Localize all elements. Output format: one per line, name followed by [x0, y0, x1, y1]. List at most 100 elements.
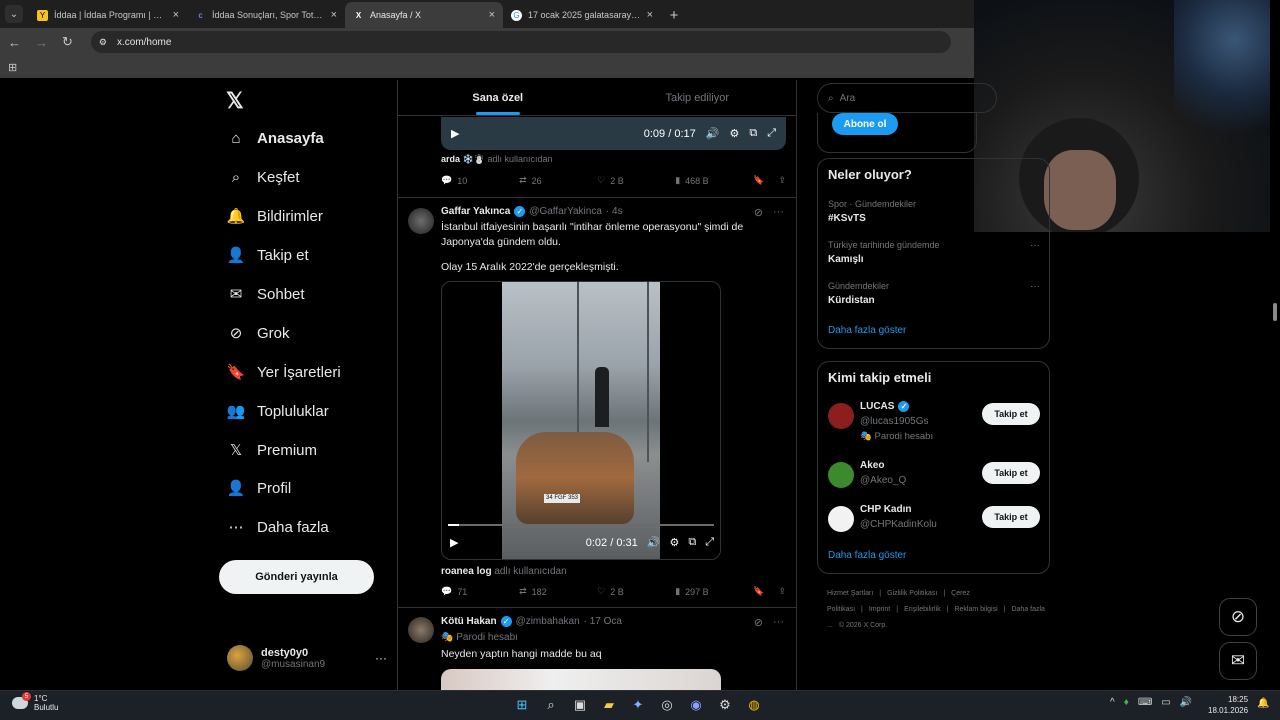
- browser-tab-x-home[interactable]: X Anasayfa / X ×: [345, 2, 503, 28]
- app-icon[interactable]: ⚙: [715, 695, 735, 715]
- new-tab-plus-icon[interactable]: +: [661, 2, 687, 28]
- clock[interactable]: 18:25 18.01.2026: [1208, 694, 1248, 716]
- volume-icon[interactable]: 🔊: [706, 127, 720, 140]
- follow-button[interactable]: Takip et: [982, 403, 1040, 425]
- keyboard-icon[interactable]: ⌨: [1138, 697, 1152, 708]
- search-input[interactable]: ⌕ Ara: [817, 83, 997, 113]
- search-icon[interactable]: ⌕: [541, 695, 561, 715]
- browser-tab-google-search[interactable]: G 17 ocak 2025 galatasaray - Google'da A…: [503, 2, 661, 28]
- nav-item-keşfet[interactable]: ⌕ Keşfet: [227, 168, 300, 186]
- follow-suggestion[interactable]: Akeo @Akeo_Q Takip et: [828, 460, 1040, 500]
- social-context[interactable]: roanea log adlı kullanıcıdan: [441, 566, 567, 577]
- share-icon[interactable]: ⇪: [778, 586, 786, 597]
- nav-item-grok[interactable]: ⊘ Grok: [227, 324, 290, 343]
- nav-item-takip-et[interactable]: 👤 Takip et: [227, 246, 309, 265]
- scrollbar[interactable]: [1270, 0, 1280, 690]
- more-dots-icon[interactable]: ···: [1030, 281, 1040, 292]
- trend-item[interactable]: Türkiye tarihinde gündemde Kamışlı ···: [828, 240, 1040, 265]
- post-image[interactable]: [441, 669, 721, 690]
- post-time[interactable]: · 4s: [606, 206, 623, 217]
- footer-link[interactable]: Erişilebilirlik: [904, 606, 941, 613]
- nav-item-bildirimler[interactable]: 🔔 Bildirimler: [227, 207, 323, 226]
- trend-item[interactable]: Spor · Gündemdekiler #KSvTS: [828, 199, 1040, 224]
- pip-icon[interactable]: ⧉: [688, 536, 696, 549]
- task-view-icon[interactable]: ▣: [570, 695, 590, 715]
- url-field[interactable]: ⚙ x.com/home: [90, 31, 951, 53]
- post-video[interactable]: 34 FGF 353 ▶ 0:02 / 0:31 🔊 ⚙ ⧉ ⤢: [441, 281, 721, 560]
- file-explorer-icon[interactable]: ▰: [599, 695, 619, 715]
- tab-search-chevron-icon[interactable]: ⌄: [5, 5, 23, 23]
- trend-item[interactable]: Gündemdekiler Kürdistan ···: [828, 281, 1040, 306]
- author-name[interactable]: Kötü Hakan: [441, 616, 497, 627]
- volume-icon[interactable]: 🔊: [647, 536, 661, 549]
- author-name[interactable]: Gaffar Yakınca: [441, 206, 510, 217]
- author-handle[interactable]: @zimbahakan: [516, 616, 580, 627]
- settings-icon[interactable]: ⚙: [669, 536, 679, 549]
- post-button[interactable]: Gönderi yayınla: [219, 560, 374, 594]
- follow-button[interactable]: Takip et: [982, 462, 1040, 484]
- follow-suggestion[interactable]: CHP Kadın @CHPKadinKolu Takip et: [828, 504, 1040, 544]
- follow-suggestion[interactable]: LUCAS ✓ @lucas1905Gs 🎭 Parodi hesabı Taki…: [828, 401, 1040, 442]
- fullscreen-icon[interactable]: ⤢: [767, 127, 776, 140]
- footer-link[interactable]: Reklam bilgisi: [954, 606, 997, 613]
- more-dots-icon[interactable]: ···: [375, 651, 387, 665]
- settings-icon[interactable]: ⚙: [729, 127, 739, 140]
- play-icon[interactable]: ▶: [451, 127, 459, 140]
- discord-icon[interactable]: ◉: [686, 695, 706, 715]
- back-arrow-icon[interactable]: ←: [8, 35, 21, 50]
- social-context[interactable]: arda ❄️☃️ adlı kullanıcıdan: [441, 154, 553, 165]
- repost-button[interactable]: ⇄ 26: [519, 175, 597, 186]
- account-switcher[interactable]: desty0y0 @musasinan9 ···: [227, 643, 387, 673]
- bookmark-icon[interactable]: 🔖: [753, 586, 764, 597]
- nav-item-topluluklar[interactable]: 👥 Topluluklar: [227, 402, 329, 421]
- app-icon[interactable]: ✦: [628, 695, 648, 715]
- tab-following[interactable]: Takip ediliyor: [598, 80, 797, 115]
- windows-start-icon[interactable]: ⊞: [512, 695, 532, 715]
- network-icon[interactable]: ▭: [1161, 697, 1170, 708]
- avatar[interactable]: [408, 208, 434, 234]
- reply-button[interactable]: 💬 10: [441, 175, 519, 186]
- views-button[interactable]: ▮ 297 B: [675, 586, 753, 597]
- close-tab-icon[interactable]: ×: [173, 9, 179, 21]
- bookmark-icon[interactable]: 🔖: [753, 175, 764, 186]
- fullscreen-icon[interactable]: ⤢: [705, 536, 714, 549]
- footer-link[interactable]: Hizmet Şartları: [827, 590, 873, 597]
- share-icon[interactable]: ⇪: [778, 175, 786, 186]
- more-dots-icon[interactable]: ···: [773, 206, 784, 219]
- volume-icon[interactable]: 🔊: [1180, 697, 1192, 708]
- site-info-icon[interactable]: ⚙: [99, 37, 107, 48]
- nav-item-anasayfa[interactable]: ⌂ Anasayfa: [227, 129, 323, 147]
- author-handle[interactable]: @GaffarYakinca: [529, 206, 602, 217]
- repost-button[interactable]: ⇄ 182: [519, 586, 597, 597]
- more-dots-icon[interactable]: ···: [1030, 240, 1040, 251]
- views-button[interactable]: ▮ 468 B: [675, 175, 753, 186]
- steam-icon[interactable]: ◎: [657, 695, 677, 715]
- x-logo-icon[interactable]: 𝕏: [226, 88, 244, 114]
- reply-button[interactable]: 💬 71: [441, 586, 519, 597]
- chevron-up-icon[interactable]: ^: [1110, 697, 1115, 708]
- close-tab-icon[interactable]: ×: [647, 9, 653, 21]
- close-tab-icon[interactable]: ×: [331, 9, 337, 21]
- close-tab-icon[interactable]: ×: [489, 9, 495, 21]
- grok-icon[interactable]: ⊘: [754, 206, 763, 219]
- avatar[interactable]: [408, 617, 434, 643]
- browser-tab-iddaa[interactable]: Y İddaa | İddaa Programı | Canlı İddaa ×: [29, 2, 187, 28]
- messages-fab-icon[interactable]: ✉: [1219, 642, 1257, 680]
- nav-item-yer-i-şaretleri[interactable]: 🔖 Yer İşaretleri: [227, 363, 341, 382]
- forward-arrow-icon[interactable]: →: [35, 35, 48, 50]
- chrome-icon[interactable]: ◍: [744, 695, 764, 715]
- app-tray-icon[interactable]: ♦: [1124, 697, 1129, 708]
- nav-item-profil[interactable]: 👤 Profil: [227, 479, 292, 498]
- tab-for-you[interactable]: Sana özel: [398, 80, 598, 115]
- weather-widget[interactable]: 5 1°C Bulutlu: [12, 692, 58, 712]
- footer-link[interactable]: © 2026 X Corp.: [839, 622, 887, 629]
- play-icon[interactable]: ▶: [450, 536, 458, 549]
- show-more-trends-link[interactable]: Daha fazla göster: [828, 325, 906, 336]
- nav-item-daha-fazla[interactable]: ⋯ Daha fazla: [227, 518, 329, 537]
- subscribe-button[interactable]: Abone ol: [832, 113, 898, 135]
- more-dots-icon[interactable]: ···: [773, 616, 784, 629]
- footer-link[interactable]: Imprint: [869, 606, 890, 613]
- footer-link[interactable]: Gizlilik Politikası: [887, 590, 937, 597]
- grok-icon[interactable]: ⊘: [754, 616, 763, 629]
- show-more-suggestions-link[interactable]: Daha fazla göster: [828, 550, 906, 561]
